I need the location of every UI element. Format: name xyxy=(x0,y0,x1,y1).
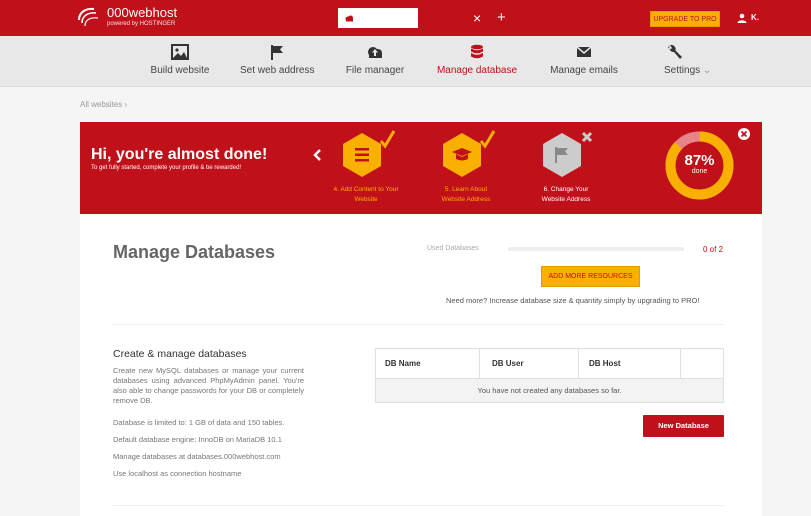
logo-icon[interactable] xyxy=(76,6,102,30)
nav-build-website[interactable]: Build website xyxy=(147,36,213,87)
main-nav: Build website Set web address File manag… xyxy=(0,36,811,87)
step-label-line: 6. Change Your xyxy=(543,186,589,193)
progress-percent: 87% xyxy=(684,152,715,169)
image-icon xyxy=(171,44,189,60)
used-databases-count: 0 of 2 xyxy=(703,245,724,254)
envelope-icon xyxy=(576,46,592,57)
step-learn-address[interactable]: 5. Learn About Website Address xyxy=(422,129,510,205)
section-description: Create new MySQL databases or manage you… xyxy=(113,366,304,405)
table-header: DB Name DB User DB Host xyxy=(376,349,723,379)
add-tab-icon[interactable]: + xyxy=(497,10,506,25)
nav-label: Set web address xyxy=(240,65,315,76)
nav-label: Manage emails xyxy=(550,65,618,76)
chevron-left-icon[interactable] xyxy=(312,148,322,162)
graduation-cap-icon xyxy=(443,130,496,177)
close-icon[interactable] xyxy=(738,128,750,140)
manage-databases-card: Manage Databases Used Databases 0 of 2 A… xyxy=(80,214,762,516)
settings-label: Settings xyxy=(664,65,701,76)
divider xyxy=(113,505,724,506)
upgrade-note: Need more? Increase database size & quan… xyxy=(446,296,700,305)
info-manage-url: Manage databases at databases.000webhost… xyxy=(113,452,281,461)
column-db-host: DB Host xyxy=(589,359,621,368)
step-label-line: Website Address xyxy=(541,196,591,203)
step-label: 6. Change Your Website Address xyxy=(522,185,610,205)
brand-title: 000webhost xyxy=(107,5,178,20)
column-db-name: DB Name xyxy=(385,359,421,368)
database-icon xyxy=(471,44,483,59)
flag-icon xyxy=(543,131,593,177)
brand[interactable]: 000webhost powered by HOSTINGER xyxy=(107,6,177,28)
brand-subtitle: powered by HOSTINGER xyxy=(107,21,176,27)
step-change-address[interactable]: 6. Change Your Website Address xyxy=(522,129,610,205)
nav-label: Manage database xyxy=(436,65,518,76)
nav-label: File manager xyxy=(345,65,405,76)
info-hostname: Use localhost as connection hostname xyxy=(113,469,242,478)
step-label-line: 4. Add Content to Your xyxy=(333,186,399,193)
page-title: Manage Databases xyxy=(113,242,276,262)
divider xyxy=(113,324,724,325)
list-icon xyxy=(343,130,396,177)
close-tab-icon[interactable]: × xyxy=(473,11,481,25)
chevron-down-icon: ⌄ xyxy=(702,65,712,76)
progress-label: done xyxy=(691,168,708,175)
add-more-resources-button[interactable]: ADD MORE RESOURCES xyxy=(541,266,640,287)
onboarding-banner: Hi, you're almost done! To get fully sta… xyxy=(80,122,762,214)
databases-table: DB Name DB User DB Host You have not cre… xyxy=(375,348,724,403)
used-databases-label: Used Databases xyxy=(427,245,479,252)
used-databases-bar xyxy=(508,247,684,251)
nav-manage-emails[interactable]: Manage emails xyxy=(550,36,618,87)
nav-label: Settings ⌄ xyxy=(664,65,711,76)
banner-title: Hi, you're almost done! xyxy=(91,146,268,163)
table-empty-message: You have not created any databases so fa… xyxy=(376,379,723,402)
user-icon[interactable] xyxy=(737,13,747,23)
upgrade-button[interactable]: UPGRADE TO PRO xyxy=(650,11,720,27)
step-add-content[interactable]: 4. Add Content to Your Website xyxy=(322,129,410,205)
column-db-user: DB User xyxy=(492,359,524,368)
nav-file-manager[interactable]: File manager xyxy=(345,36,405,87)
section-title: Create & manage databases xyxy=(113,348,247,360)
column-separator xyxy=(578,349,579,379)
step-label-line: Website Address xyxy=(441,196,491,203)
step-label: 4. Add Content to Your Website xyxy=(322,185,410,205)
new-database-button[interactable]: New Database xyxy=(643,415,724,437)
cloud-icon xyxy=(345,15,353,22)
flag-icon xyxy=(271,45,283,60)
info-limit: Database is limited to: 1 GB of data and… xyxy=(113,418,285,427)
column-separator xyxy=(680,349,681,379)
wrench-icon xyxy=(668,44,682,59)
column-separator xyxy=(479,349,480,379)
info-engine: Default database engine: InnoDB on Maria… xyxy=(113,435,282,444)
nav-manage-database[interactable]: Manage database xyxy=(436,36,518,87)
cloud-upload-icon xyxy=(368,47,382,58)
user-name[interactable]: K. xyxy=(751,13,759,22)
step-label-line: 5. Learn About xyxy=(444,186,488,193)
top-bar: 000webhost powered by HOSTINGER × + UPGR… xyxy=(0,0,811,36)
step-label: 5. Learn About Website Address xyxy=(422,185,510,205)
breadcrumb-all-websites[interactable]: All websites › xyxy=(80,100,127,109)
nav-settings[interactable]: Settings ⌄ xyxy=(664,36,711,87)
banner-subtitle: To get fully started, complete your prof… xyxy=(91,165,242,171)
nav-label: Build website xyxy=(150,65,210,76)
step-label-line: Website xyxy=(354,196,378,203)
nav-set-web-address[interactable]: Set web address xyxy=(240,36,315,87)
